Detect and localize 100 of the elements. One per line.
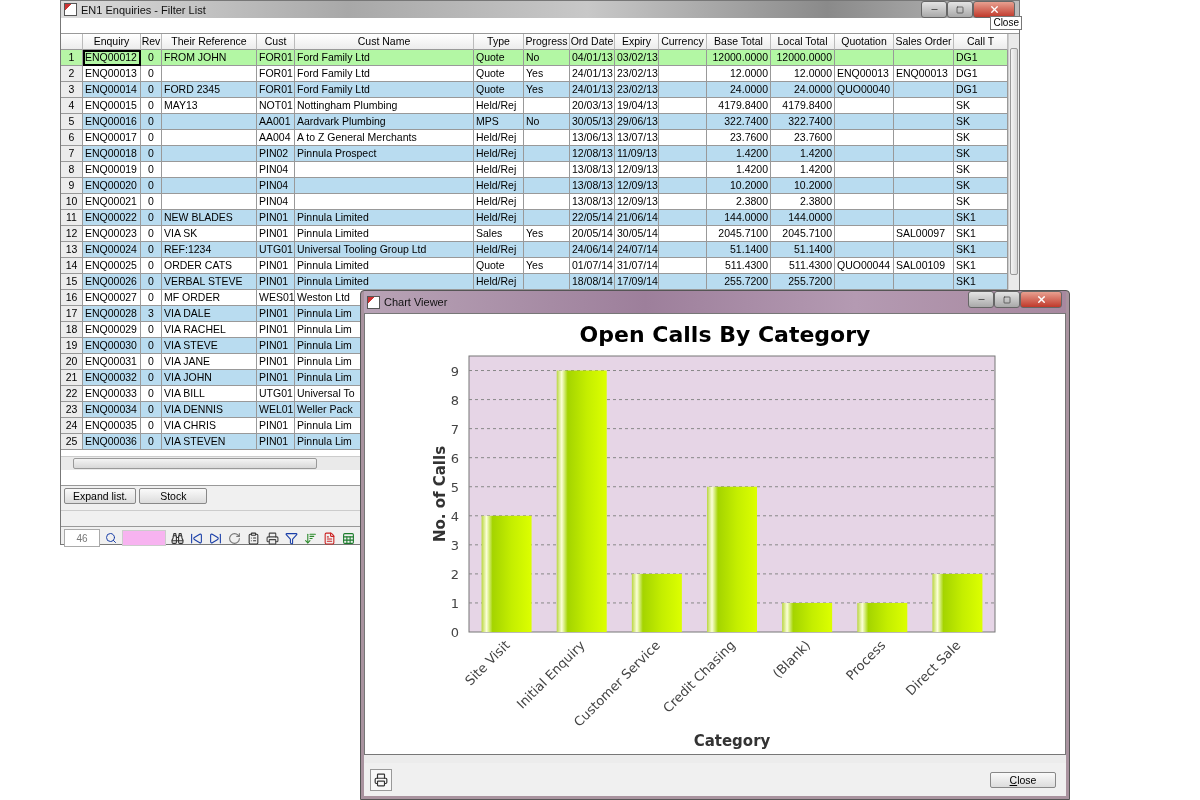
row-number[interactable]: 6 xyxy=(61,130,83,146)
row-number[interactable]: 1 xyxy=(61,50,83,66)
column-header[interactable]: Ord Date xyxy=(570,34,615,50)
row-number[interactable]: 19 xyxy=(61,338,83,354)
row-number[interactable]: 9 xyxy=(61,178,83,194)
column-header[interactable]: Local Total xyxy=(771,34,835,50)
row-number[interactable]: 16 xyxy=(61,290,83,306)
table-cell: FOR01 xyxy=(257,66,295,82)
maximize-button[interactable] xyxy=(947,1,973,18)
column-header[interactable]: Progress xyxy=(524,34,570,50)
table-cell: ENQ00027 xyxy=(83,290,141,306)
row-number[interactable]: 3 xyxy=(61,82,83,98)
search-field[interactable] xyxy=(122,530,166,546)
table-cell: 12.0000 xyxy=(707,66,771,82)
row-number[interactable]: 4 xyxy=(61,98,83,114)
pdf-icon[interactable] xyxy=(322,531,336,545)
row-number[interactable]: 12 xyxy=(61,226,83,242)
column-header[interactable]: Currency xyxy=(659,34,707,50)
table-cell xyxy=(659,258,707,274)
maximize-button[interactable] xyxy=(994,291,1020,308)
table-cell: 22/05/14 xyxy=(570,210,615,226)
column-header[interactable]: Their Reference xyxy=(162,34,257,50)
maximize-icon xyxy=(1003,295,1011,304)
column-header[interactable]: Call T xyxy=(954,34,1008,50)
row-number[interactable]: 24 xyxy=(61,418,83,434)
row-number[interactable]: 11 xyxy=(61,210,83,226)
filter-icon[interactable] xyxy=(284,531,298,545)
column-header[interactable]: Sales Order xyxy=(894,34,954,50)
clipboard-icon[interactable] xyxy=(246,531,260,545)
table-cell: Pinnula Limited xyxy=(295,226,474,242)
row-number[interactable]: 13 xyxy=(61,242,83,258)
record-count-field[interactable]: 46 xyxy=(64,529,100,547)
row-number[interactable]: 15 xyxy=(61,274,83,290)
minimize-button[interactable] xyxy=(968,291,994,308)
table-cell: Yes xyxy=(524,258,570,274)
toolbar-button[interactable]: Expand list. xyxy=(64,488,137,504)
close-button[interactable] xyxy=(973,1,1015,18)
table-cell: ENQ00016 xyxy=(83,114,141,130)
table-cell: ENQ00025 xyxy=(83,258,141,274)
row-number[interactable]: 17 xyxy=(61,306,83,322)
row-number[interactable]: 23 xyxy=(61,402,83,418)
toolbar-button[interactable]: Stock xyxy=(139,488,208,504)
table-cell: Quote xyxy=(474,82,524,98)
column-header[interactable]: Cust Name xyxy=(295,34,474,50)
table-cell: ENQ00017 xyxy=(83,130,141,146)
table-cell: SK1 xyxy=(954,242,1008,258)
column-header[interactable]: Cust xyxy=(257,34,295,50)
table-cell: SK xyxy=(954,130,1008,146)
row-number[interactable]: 2 xyxy=(61,66,83,82)
row-number[interactable]: 14 xyxy=(61,258,83,274)
table-cell: Pinnula Limited xyxy=(295,210,474,226)
table-cell xyxy=(835,114,894,130)
binoculars-icon[interactable] xyxy=(170,531,184,545)
table-cell: PIN01 xyxy=(257,274,295,290)
table-cell: FROM JOHN xyxy=(162,50,257,66)
table-cell xyxy=(659,274,707,290)
skip-last-icon[interactable] xyxy=(208,531,222,545)
table-cell: VIA DALE xyxy=(162,306,257,322)
table-cell xyxy=(894,178,954,194)
window-title: Chart Viewer xyxy=(384,296,449,308)
row-number[interactable]: 20 xyxy=(61,354,83,370)
column-header[interactable]: Quotation xyxy=(835,34,894,50)
row-number[interactable]: 10 xyxy=(61,194,83,210)
column-header[interactable]: Enquiry xyxy=(83,34,141,50)
table-cell: PIN01 xyxy=(257,258,295,274)
table-cell: 13/07/13 xyxy=(615,130,659,146)
table-cell: Quote xyxy=(474,50,524,66)
column-header[interactable]: Base Total xyxy=(707,34,771,50)
column-header[interactable]: Type xyxy=(474,34,524,50)
minimize-button[interactable] xyxy=(921,1,947,18)
print-button[interactable] xyxy=(370,768,392,791)
row-number[interactable]: 25 xyxy=(61,434,83,450)
table-cell xyxy=(659,114,707,130)
table-cell: ENQ00013 xyxy=(894,66,954,82)
table-cell: PIN01 xyxy=(257,354,295,370)
table-cell: 24/01/13 xyxy=(570,66,615,82)
table-cell: Pinnula Limited xyxy=(295,274,474,290)
row-number[interactable]: 22 xyxy=(61,386,83,402)
printer-icon[interactable] xyxy=(265,531,279,545)
close-button[interactable] xyxy=(1020,291,1062,308)
column-header[interactable]: Rev xyxy=(141,34,162,50)
refresh-icon[interactable] xyxy=(227,531,241,545)
row-number[interactable]: 21 xyxy=(61,370,83,386)
column-header[interactable]: Expiry xyxy=(615,34,659,50)
sort-icon[interactable] xyxy=(303,531,317,545)
table-cell: ENQ00014 xyxy=(83,82,141,98)
row-number[interactable]: 18 xyxy=(61,322,83,338)
spreadsheet-icon[interactable] xyxy=(341,531,355,545)
row-number[interactable]: 7 xyxy=(61,146,83,162)
table-cell: 1.4200 xyxy=(771,146,835,162)
row-number[interactable]: 8 xyxy=(61,162,83,178)
table-cell: No xyxy=(524,114,570,130)
table-cell: ENQ00013 xyxy=(835,66,894,82)
chart-bar xyxy=(932,573,983,632)
row-number[interactable]: 5 xyxy=(61,114,83,130)
skip-first-icon[interactable] xyxy=(189,531,203,545)
table-cell: Held/Rej xyxy=(474,146,524,162)
search-icon[interactable] xyxy=(105,532,117,544)
table-cell: PIN01 xyxy=(257,306,295,322)
close-button[interactable]: Close xyxy=(990,771,1056,788)
